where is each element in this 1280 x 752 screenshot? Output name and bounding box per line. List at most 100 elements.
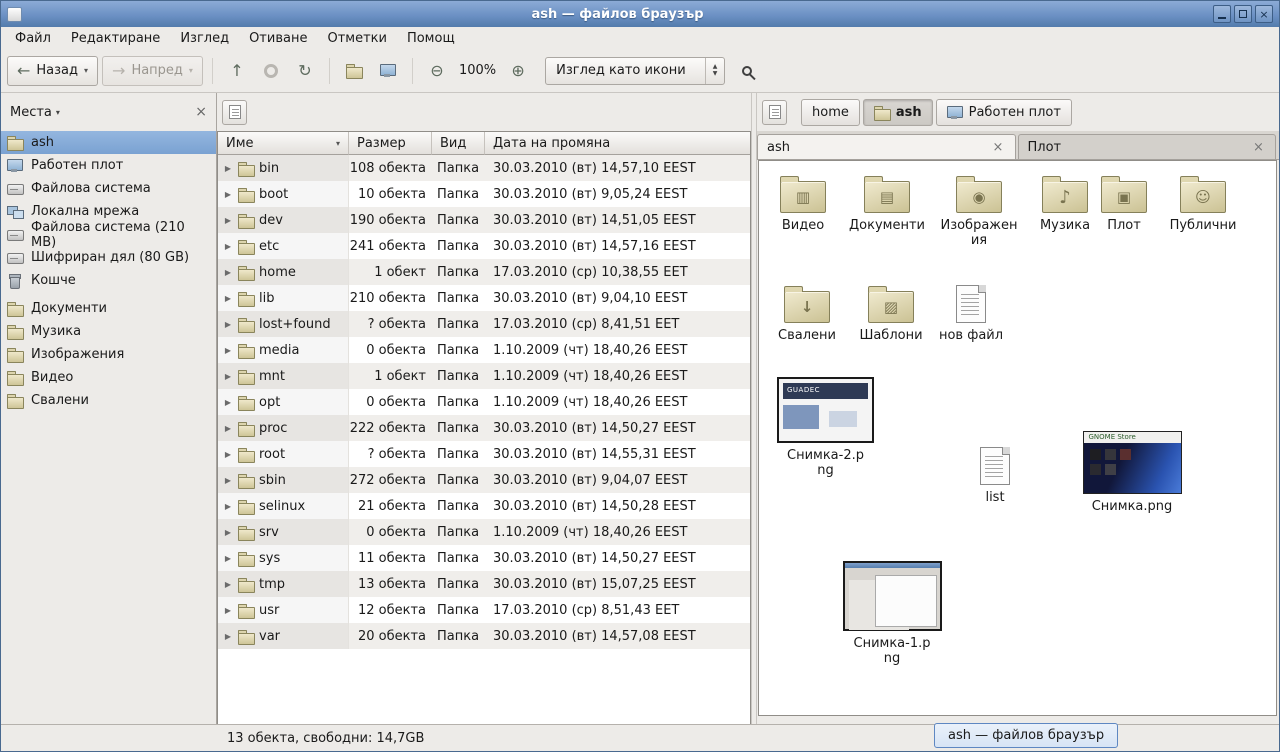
maximize-button[interactable] — [1234, 5, 1252, 23]
expander-icon[interactable]: ▶ — [223, 632, 233, 641]
view-mode-select[interactable]: Изглед като икони ▲▼ — [545, 57, 725, 85]
expander-icon[interactable]: ▶ — [223, 268, 233, 277]
sidebar-item[interactable]: Файлова система (210 MB) — [1, 223, 216, 246]
search-button[interactable] — [729, 56, 759, 86]
tree-row[interactable]: ▶ selinux 21 обекта Папка 30.03.2010 (вт… — [218, 493, 750, 519]
menu-item[interactable]: Изглед — [170, 29, 239, 48]
menu-item[interactable]: Редактиране — [61, 29, 170, 48]
expander-icon[interactable]: ▶ — [223, 164, 233, 173]
tab[interactable]: Плот × — [1018, 134, 1277, 159]
tree-row[interactable]: ▶ bin 108 обекта Папка 30.03.2010 (вт) 1… — [218, 155, 750, 181]
expander-icon[interactable]: ▶ — [223, 450, 233, 459]
expander-icon[interactable]: ▶ — [223, 242, 233, 251]
file-icon-item[interactable]: Изображения — [935, 173, 1023, 249]
back-button[interactable]: ← Назад ▾ — [7, 56, 98, 86]
tree-row[interactable]: ▶ mnt 1 обект Папка 1.10.2009 (чт) 18,40… — [218, 363, 750, 389]
tree-row[interactable]: ▶ usr 12 обекта Папка 17.03.2010 (ср) 8,… — [218, 597, 750, 623]
file-name: boot — [259, 187, 288, 202]
file-icon-item[interactable]: Документи — [843, 173, 931, 234]
expander-icon[interactable]: ▶ — [223, 554, 233, 563]
tree-row[interactable]: ▶ proc 222 обекта Папка 30.03.2010 (вт) … — [218, 415, 750, 441]
file-icon-item[interactable]: Снимка-1.png — [837, 561, 947, 667]
file-icon-item[interactable]: Плот — [1089, 173, 1159, 234]
sidebar-item[interactable]: Документи — [1, 297, 216, 320]
file-icon-item[interactable]: list — [965, 445, 1025, 506]
tab[interactable]: ash × — [757, 134, 1016, 159]
reload-button[interactable]: ↻ — [290, 56, 320, 86]
tree-row[interactable]: ▶ etc 241 обекта Папка 30.03.2010 (вт) 1… — [218, 233, 750, 259]
sidebar-item[interactable]: Работен плот — [1, 154, 216, 177]
toggle-location-entry-button[interactable] — [762, 100, 787, 125]
stop-button[interactable] — [256, 56, 286, 86]
menu-item[interactable]: Помощ — [397, 29, 465, 48]
sidebar-item[interactable]: Шифриран дял (80 GB) — [1, 246, 216, 269]
expander-icon[interactable]: ▶ — [223, 372, 233, 381]
file-icon-item[interactable]: Свалени — [763, 283, 851, 344]
sidebar-item[interactable]: Кошче — [1, 269, 216, 292]
expander-icon[interactable]: ▶ — [223, 476, 233, 485]
close-button[interactable]: × — [1255, 5, 1273, 23]
sidebar-item[interactable]: Видео — [1, 366, 216, 389]
tree-row[interactable]: ▶ lost+found ? обекта Папка 17.03.2010 (… — [218, 311, 750, 337]
file-icon-item[interactable]: Шаблони — [847, 283, 935, 344]
tree-row[interactable]: ▶ sbin 272 обекта Папка 30.03.2010 (вт) … — [218, 467, 750, 493]
expander-icon[interactable]: ▶ — [223, 216, 233, 225]
column-header-size[interactable]: Размер — [349, 132, 432, 155]
column-header-name[interactable]: Име▾ — [218, 132, 349, 155]
tree-row[interactable]: ▶ var 20 обекта Папка 30.03.2010 (вт) 14… — [218, 623, 750, 649]
zoom-in-button[interactable]: ⊕ — [503, 56, 533, 86]
tree-row[interactable]: ▶ srv 0 обекта Папка 1.10.2009 (чт) 18,4… — [218, 519, 750, 545]
path-button[interactable]: Работен плот — [936, 99, 1072, 126]
expander-icon[interactable]: ▶ — [223, 346, 233, 355]
sidebar-title[interactable]: Места — [10, 105, 52, 120]
menu-item[interactable]: Отметки — [317, 29, 396, 48]
menu-item[interactable]: Файл — [5, 29, 61, 48]
expander-icon[interactable]: ▶ — [223, 580, 233, 589]
tree-row[interactable]: ▶ dev 190 обекта Папка 30.03.2010 (вт) 1… — [218, 207, 750, 233]
tab-close-button[interactable]: × — [1251, 140, 1266, 155]
expander-icon[interactable]: ▶ — [223, 294, 233, 303]
titlebar[interactable]: ash — файлов браузър × — [1, 1, 1279, 27]
sidebar-item[interactable]: ash — [1, 131, 216, 154]
file-date: 30.03.2010 (вт) 14,57,08 EEST — [485, 629, 750, 644]
up-button[interactable]: ↑ — [222, 56, 252, 86]
tree-row[interactable]: ▶ boot 10 обекта Папка 30.03.2010 (вт) 9… — [218, 181, 750, 207]
tree-row[interactable]: ▶ tmp 13 обекта Папка 30.03.2010 (вт) 15… — [218, 571, 750, 597]
menu-item[interactable]: Отиване — [239, 29, 317, 48]
file-icon-item[interactable]: GUADEC Снимка-2.png — [773, 377, 878, 479]
taskbar-window-label[interactable]: ash — файлов браузър — [934, 723, 1118, 748]
sidebar-item[interactable]: Свалени — [1, 389, 216, 412]
file-icon-item[interactable]: нов файл — [927, 283, 1015, 344]
home-button[interactable] — [339, 56, 369, 86]
sidebar-close-button[interactable]: × — [195, 104, 207, 120]
sidebar-item[interactable]: Музика — [1, 320, 216, 343]
expander-icon[interactable]: ▶ — [223, 606, 233, 615]
tab-close-button[interactable]: × — [991, 140, 1006, 155]
expander-icon[interactable]: ▶ — [223, 528, 233, 537]
path-button[interactable]: home — [801, 99, 860, 126]
tree-row[interactable]: ▶ media 0 обекта Папка 1.10.2009 (чт) 18… — [218, 337, 750, 363]
expander-icon[interactable]: ▶ — [223, 502, 233, 511]
expander-icon[interactable]: ▶ — [223, 398, 233, 407]
tree-row[interactable]: ▶ opt 0 обекта Папка 1.10.2009 (чт) 18,4… — [218, 389, 750, 415]
tree-row[interactable]: ▶ home 1 обект Папка 17.03.2010 (ср) 10,… — [218, 259, 750, 285]
path-button[interactable]: ash — [863, 99, 933, 126]
computer-button[interactable] — [373, 56, 403, 86]
expander-icon[interactable]: ▶ — [223, 320, 233, 329]
toggle-location-entry-button[interactable] — [222, 100, 247, 125]
tree-row[interactable]: ▶ sys 11 обекта Папка 30.03.2010 (вт) 14… — [218, 545, 750, 571]
expander-icon[interactable]: ▶ — [223, 190, 233, 199]
minimize-button[interactable] — [1213, 5, 1231, 23]
file-icon-item[interactable]: GNOME Store Снимка.png — [1077, 431, 1187, 515]
column-header-type[interactable]: Вид — [432, 132, 485, 155]
zoom-out-button[interactable]: ⊖ — [422, 56, 452, 86]
column-header-date[interactable]: Дата на промяна — [485, 132, 750, 155]
file-icon-item[interactable]: Видео — [759, 173, 847, 234]
forward-button[interactable]: → Напред ▾ — [102, 56, 203, 86]
sidebar-item[interactable]: Изображения — [1, 343, 216, 366]
tree-row[interactable]: ▶ lib 210 обекта Папка 30.03.2010 (вт) 9… — [218, 285, 750, 311]
tree-row[interactable]: ▶ root ? обекта Папка 30.03.2010 (вт) 14… — [218, 441, 750, 467]
sidebar-item[interactable]: Файлова система — [1, 177, 216, 200]
expander-icon[interactable]: ▶ — [223, 424, 233, 433]
file-icon-item[interactable]: Публични — [1159, 173, 1247, 234]
